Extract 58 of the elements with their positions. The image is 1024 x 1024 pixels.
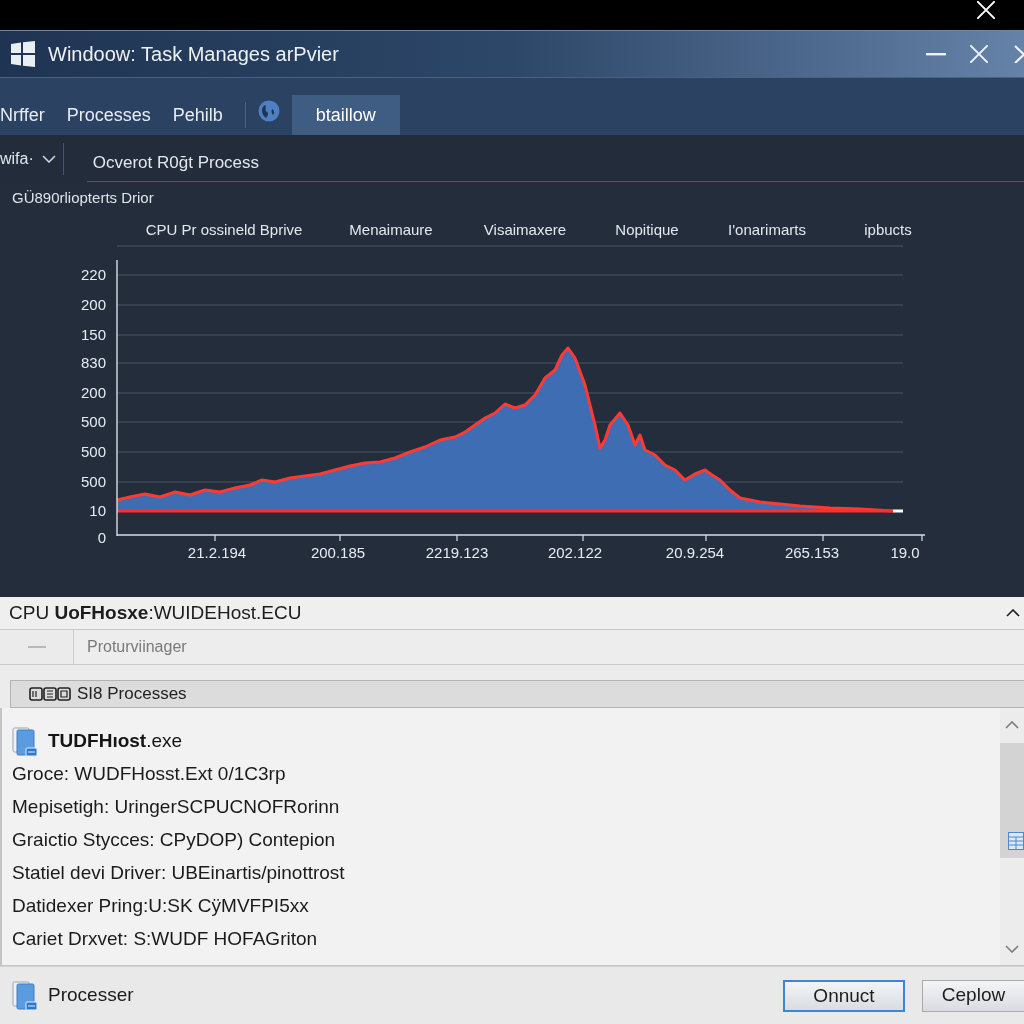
y-axis-label: 200 (80, 296, 106, 313)
scroll-down-icon[interactable] (1005, 945, 1019, 953)
scrollbar-thumb[interactable] (1000, 743, 1024, 858)
y-axis-label: 10 (89, 502, 106, 519)
x-axis-label: 19.0 (890, 544, 920, 561)
process-name: TUDFHıost.exe (48, 729, 183, 754)
line-end-marker (893, 509, 903, 513)
x-axis-label: 265.153 (784, 544, 840, 561)
group-header[interactable]: SI8 Processes (10, 680, 1024, 708)
detail-line: Mepisetigh: UringerSCPUCNOFRorinn (12, 795, 340, 820)
dialog-button[interactable]: Ceplow (922, 979, 1024, 1012)
dropdown[interactable]: wifa· (0, 142, 56, 175)
menu-tab[interactable]: btaillow (291, 95, 400, 135)
x-axis-label: 202.122 (547, 544, 603, 561)
y-axis-label: 150 (80, 326, 106, 343)
column-header: CPU Pr ossineld Bprive (145, 219, 303, 240)
column-header: Menaimaure (349, 219, 433, 240)
column-header: I'onarimarts (728, 219, 806, 240)
section-label: GÜ890rliopterts Drior (12, 188, 154, 209)
menu-tab[interactable]: Nrffer (0, 95, 45, 135)
windows-logo-icon (11, 41, 35, 67)
column-header: ipbucts (864, 219, 912, 240)
y-axis-label: 220 (80, 266, 106, 283)
detail-line: Cariet Drxvet: S:WUDF HOFAGriton (12, 927, 318, 952)
detail-line: Graictio Stycces: CPyDOP) Contepion (12, 828, 336, 853)
y-axis-label: 830 (80, 354, 106, 371)
dialog-button[interactable]: Onnuct (783, 979, 905, 1012)
caret-down-icon (41, 154, 56, 163)
file-icon (12, 726, 38, 757)
y-axis-label: 500 (80, 443, 106, 460)
panel-title: CPU UoFHosxe:WUIDEHost.ECU (9, 600, 302, 625)
x-axis-label: 200.185 (310, 544, 366, 561)
caret-up-icon[interactable] (1006, 609, 1020, 617)
menu-tab[interactable]: Processes (66, 95, 151, 135)
y-axis-label: 500 (80, 413, 106, 430)
x-axis-label: 2219.123 (425, 544, 489, 561)
window-title: Windoow: Task Manages arPvier (48, 42, 339, 67)
toolbar-title: Ocverot R0ğt Process (92, 151, 260, 174)
x-axis-label: 21.2.194 (187, 544, 247, 561)
y-axis-label: 0 (97, 529, 106, 546)
scroll-up-icon[interactable] (1005, 721, 1019, 729)
footer-label: Processer (48, 983, 134, 1008)
column-header: Visaimaxere (483, 219, 567, 240)
column-header: Nopitique (615, 219, 679, 240)
menu-tab[interactable]: Pehilb (172, 95, 223, 135)
file-icon (12, 980, 38, 1011)
minimize-icon[interactable] (926, 52, 946, 56)
scrollbar-track[interactable] (1000, 708, 1024, 965)
globe-icon[interactable] (257, 100, 280, 122)
y-axis-label: 500 (80, 473, 106, 490)
y-axis-label: 200 (80, 384, 106, 401)
x-axis-label: 20.9.254 (665, 544, 725, 561)
table-icon (1008, 832, 1024, 850)
dash-icon (27, 646, 46, 648)
boxes-icon (29, 687, 72, 701)
detail-line: Groce: WUDFHosst.Ext 0/1C3rp (12, 762, 286, 787)
detail-line: Statiel devi Driver: UBEinartis/pinottrost (12, 861, 345, 886)
detail-line: Datidexer Pring:U:SK CÿMVFPI5xx (12, 894, 309, 919)
